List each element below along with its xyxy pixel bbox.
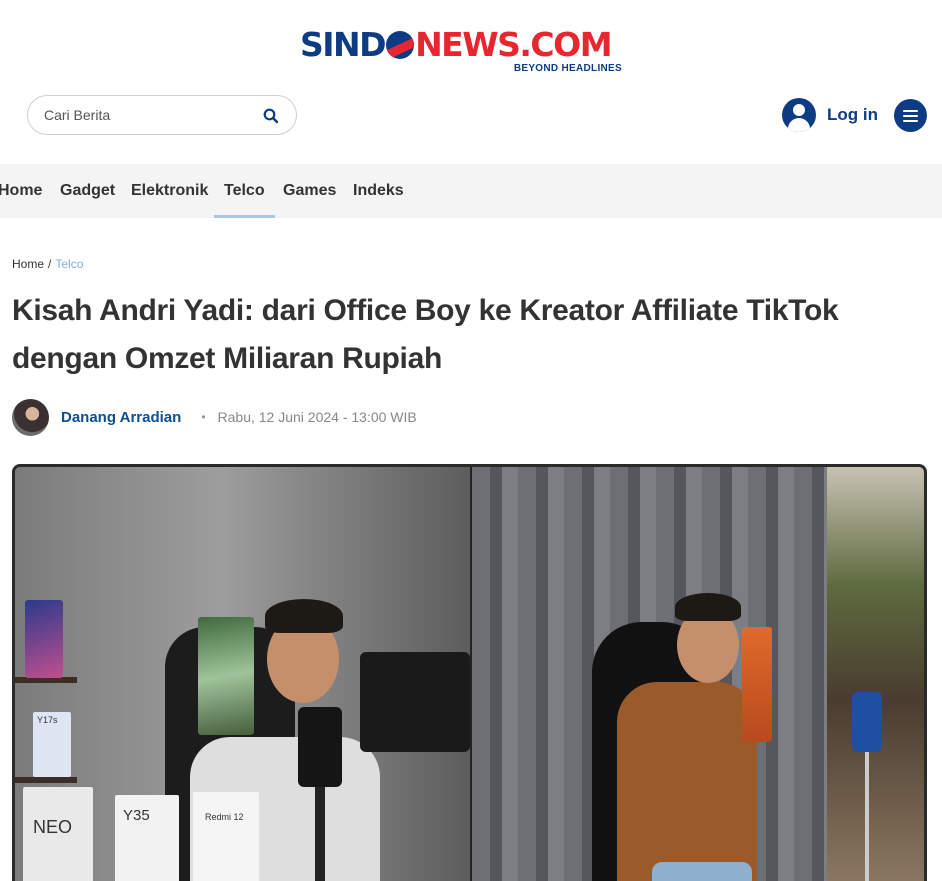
article-title: Kisah Andri Yadi: dari Office Boy ke Kre…	[12, 294, 839, 375]
nav-item-indeks[interactable]: Indeks	[353, 164, 404, 218]
hamburger-menu-icon[interactable]	[894, 99, 927, 132]
search-icon[interactable]	[262, 107, 280, 125]
article-byline: Danang Arradian • Rabu, 12 Juni 2024 - 1…	[12, 398, 417, 436]
photo-phone-box: Redmi 12	[193, 792, 259, 881]
photo-held-product	[742, 627, 772, 742]
logo-tagline: BEYOND HEADLINES	[513, 63, 622, 74]
article-hero-image: Y17s NEO Y35 Redmi 12	[12, 464, 927, 881]
breadcrumb-separator: /	[48, 257, 52, 271]
photo-person-hair	[675, 593, 741, 621]
photo-mic-stand	[315, 787, 325, 881]
nav-item-telco[interactable]: Telco	[214, 164, 275, 218]
publish-date: Rabu, 12 Juni 2024 - 13:00 WIB	[217, 409, 417, 425]
login-button[interactable]: Log in	[782, 98, 878, 132]
photo-shelf	[15, 777, 77, 783]
photo-phone-box: Y17s	[33, 712, 71, 777]
site-header: SIND NEWS.COM BEYOND HEADLINES Log in	[0, 0, 942, 164]
photo-held-phone-box	[198, 617, 254, 735]
photo-left-panel: Y17s NEO Y35 Redmi 12	[15, 467, 470, 881]
nav-item-home[interactable]: Home	[0, 164, 42, 218]
logo-text-news: NEWS.COM	[415, 25, 612, 64]
user-icon	[782, 98, 816, 132]
author-avatar[interactable]	[12, 398, 49, 436]
search-box	[27, 95, 297, 135]
search-input[interactable]	[44, 96, 254, 134]
breadcrumb-home[interactable]: Home	[12, 257, 44, 271]
breadcrumb: Home / Telco	[12, 257, 83, 271]
logo-o-mark	[386, 31, 415, 59]
nav-item-gadget[interactable]: Gadget	[60, 164, 115, 218]
photo-phone-box: NEO	[23, 787, 93, 881]
category-nav: Home Gadget Elektronik Telco Games Indek…	[0, 164, 942, 218]
login-label: Log in	[827, 105, 878, 124]
photo-tripod	[865, 752, 869, 881]
photo-right-panel	[472, 467, 827, 881]
photo-box-label: Y17s	[37, 715, 58, 725]
logo-text-sind: SIND	[300, 25, 387, 64]
photo-box-label: Redmi 12	[205, 812, 244, 822]
nav-item-games[interactable]: Games	[283, 164, 336, 218]
photo-phone-on-tripod	[852, 692, 882, 752]
photo-box-label: Y35	[123, 807, 150, 824]
photo-game-poster	[25, 600, 63, 678]
photo-box-label: NEO	[33, 817, 73, 837]
author-name[interactable]: Danang Arradian	[61, 409, 181, 426]
site-logo[interactable]: SIND NEWS.COM BEYOND HEADLINES	[300, 26, 630, 78]
nav-item-elektronik[interactable]: Elektronik	[131, 164, 208, 218]
photo-microphone	[298, 707, 342, 787]
photo-camera	[360, 652, 470, 752]
photo-outdoor-panel	[827, 467, 924, 881]
photo-phone-box: Y35	[115, 795, 179, 881]
photo-person-shirt	[617, 682, 757, 881]
byline-separator: •	[201, 410, 206, 424]
breadcrumb-current[interactable]: Telco	[55, 257, 83, 271]
photo-person-hair	[265, 599, 343, 633]
photo-person-jeans	[652, 862, 752, 881]
